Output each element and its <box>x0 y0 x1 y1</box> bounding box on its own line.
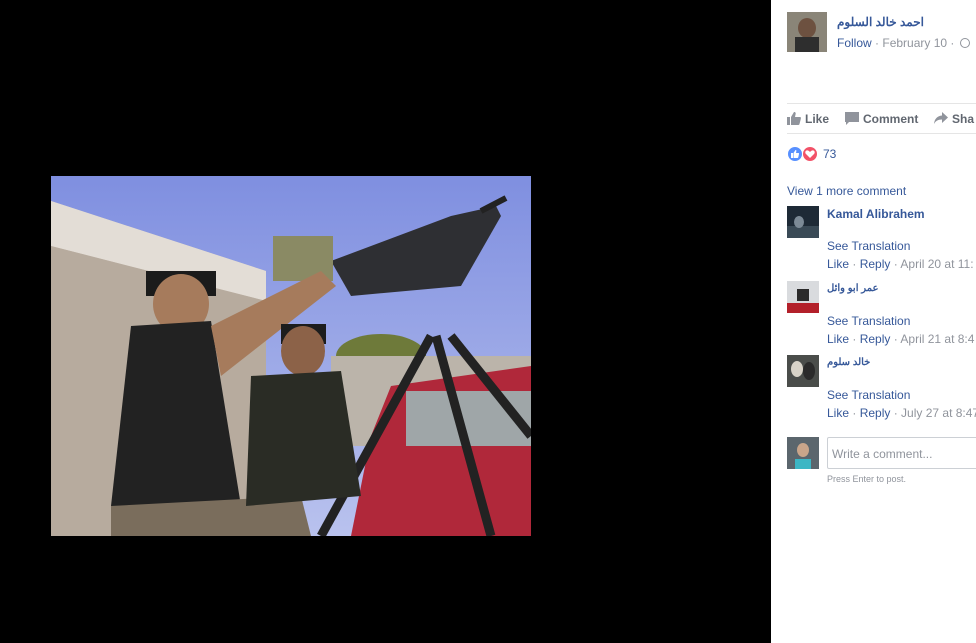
reaction-count: 73 <box>823 147 837 161</box>
comment-reply-link[interactable]: Reply <box>860 406 891 420</box>
share-icon <box>934 112 948 124</box>
current-user-avatar[interactable] <box>787 437 819 469</box>
love-reaction-icon <box>802 146 818 162</box>
comment-actions: Like · Reply · July 27 at 8:47 <box>827 406 976 420</box>
see-translation-link[interactable]: See Translation <box>827 314 910 328</box>
commenter-name[interactable]: عمر ابو وائل <box>827 283 879 294</box>
commenter-avatar[interactable] <box>787 206 819 238</box>
post-meta: Follow · February 10 · <box>837 36 970 50</box>
comment-time[interactable]: April 21 at 8:4 <box>900 332 974 346</box>
thumbs-up-icon <box>787 112 801 125</box>
comment-actions: Like · Reply · April 21 at 8:4 <box>827 332 975 346</box>
post-actions-bar: Like Comment Sha <box>787 103 976 134</box>
follow-link[interactable]: Follow <box>837 36 872 50</box>
post-side-panel: احمد خالد السلوم Follow · February 10 · … <box>771 0 976 643</box>
globe-icon <box>959 38 970 48</box>
photo-image <box>51 176 531 536</box>
post-header: احمد خالد السلوم Follow · February 10 · <box>787 12 976 52</box>
comment-label: Comment <box>863 112 919 126</box>
comment-reply-link[interactable]: Reply <box>860 332 891 346</box>
reactions-summary[interactable]: 73 <box>787 146 976 162</box>
comment-input[interactable]: Write a comment... <box>827 437 976 469</box>
see-translation-link[interactable]: See Translation <box>827 388 910 402</box>
view-more-comments-link[interactable]: View 1 more comment <box>787 184 906 198</box>
share-label: Sha <box>952 112 975 126</box>
comment-time[interactable]: April 20 at 11: <box>900 257 973 271</box>
post-date[interactable]: February 10 <box>882 36 947 50</box>
photo-viewer-stage <box>0 0 771 643</box>
like-label: Like <box>805 112 830 126</box>
comment-reply-link[interactable]: Reply <box>860 257 891 271</box>
author-name[interactable]: احمد خالد السلوم <box>837 15 924 29</box>
like-button[interactable]: Like <box>787 112 829 126</box>
comment-time[interactable]: July 27 at 8:47 <box>901 406 976 420</box>
comment-like-link[interactable]: Like <box>827 406 849 420</box>
comment-icon <box>845 112 859 125</box>
commenter-avatar[interactable] <box>787 281 819 313</box>
comment-button[interactable]: Comment <box>845 112 918 126</box>
commenter-avatar[interactable] <box>787 355 819 387</box>
see-translation-link[interactable]: See Translation <box>827 239 910 253</box>
commenter-name[interactable]: خالد سلوم <box>827 357 870 368</box>
like-reaction-icon <box>787 146 803 162</box>
comment-like-link[interactable]: Like <box>827 332 849 346</box>
author-avatar[interactable] <box>787 12 827 52</box>
share-button[interactable]: Sha <box>934 112 974 126</box>
comment-like-link[interactable]: Like <box>827 257 849 271</box>
comment-actions: Like · Reply · April 20 at 11: <box>827 257 974 271</box>
post-hint: Press Enter to post. <box>827 474 907 484</box>
commenter-name[interactable]: Kamal Alibrahem <box>827 207 925 221</box>
post-photo[interactable] <box>51 176 531 536</box>
